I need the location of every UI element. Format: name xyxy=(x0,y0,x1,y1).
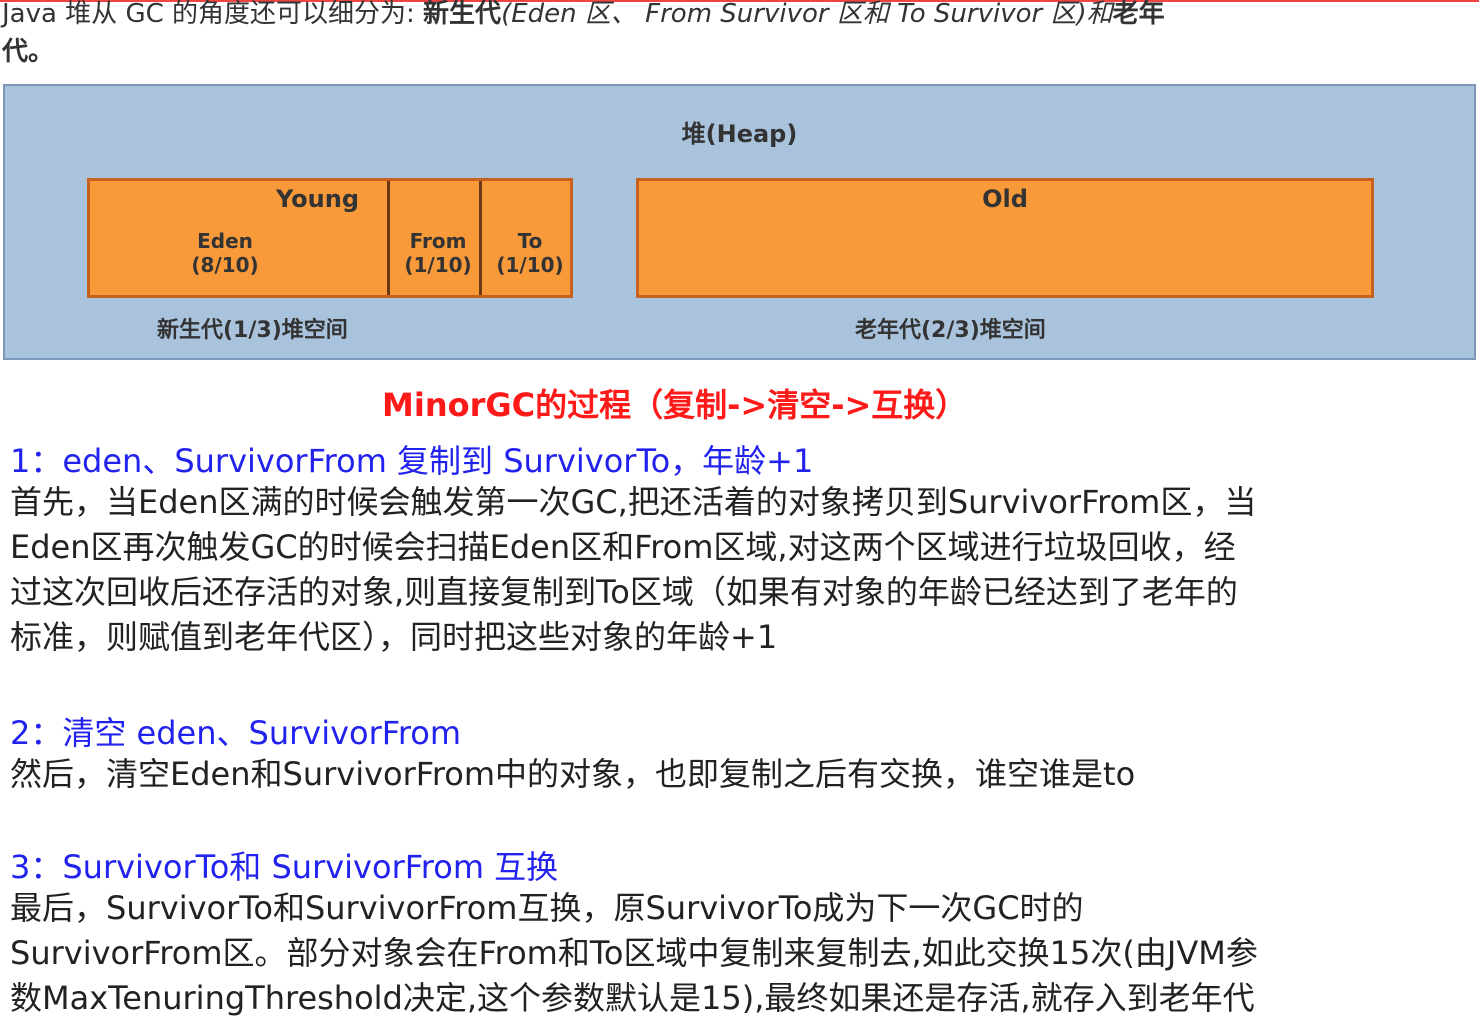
to-region: To (1/10) xyxy=(484,229,576,277)
old-title: Old xyxy=(982,185,1028,213)
intro-young-gen: 新生代 xyxy=(423,0,502,29)
eden-from-divider xyxy=(387,181,390,295)
heap-diagram: 堆(Heap) Young Eden (8/10) From (1/10) To… xyxy=(3,84,1476,360)
eden-label: Eden xyxy=(197,229,253,253)
step-1-line-3: 过这次回收后还存活的对象,则直接复制到To区域（如果有对象的年龄已经达到了老年的 xyxy=(10,573,1238,611)
eden-ratio: (8/10) xyxy=(191,253,259,277)
step-3-line-2: SurvivorFrom区。部分对象会在From和To区域中复制来复制去,如此交… xyxy=(10,934,1258,972)
step-3-body: 最后，SurvivorTo和SurvivorFrom互换，原SurvivorTo… xyxy=(10,886,1258,1021)
intro-old-gen: 老年 xyxy=(1112,0,1165,29)
step-1-line-1: 首先，当Eden区满的时候会触发第一次GC,把还活着的对象拷贝到Survivor… xyxy=(10,483,1257,521)
step-2-heading: 2：清空 eden、SurvivorFrom xyxy=(10,714,462,752)
from-ratio: (1/10) xyxy=(404,253,472,277)
step-1-heading: 1：eden、SurvivorFrom 复制到 SurvivorTo，年龄+1 xyxy=(10,442,814,480)
step-1-line-2: Eden区再次触发GC的时候会扫描Eden区和From区域,对这两个区域进行垃圾… xyxy=(10,528,1236,566)
intro-line-1: Java 堆从 GC 的角度还可以细分为: 新生代(Eden 区、 From S… xyxy=(2,0,1165,32)
intro-prefix: Java 堆从 GC 的角度还可以细分为: xyxy=(2,0,424,29)
to-label: To xyxy=(517,229,543,253)
step-2-body: 然后，清空Eden和SurvivorFrom中的对象，也即复制之后有交换，谁空谁… xyxy=(10,752,1135,797)
young-generation-box: Young Eden (8/10) From (1/10) To (1/10) xyxy=(87,178,573,298)
eden-region: Eden (8/10) xyxy=(160,229,290,277)
to-ratio: (1/10) xyxy=(496,253,564,277)
step-1-body: 首先，当Eden区满的时候会触发第一次GC,把还活着的对象拷贝到Survivor… xyxy=(10,480,1256,660)
old-caption: 老年代(2/3)堆空间 xyxy=(855,318,1046,343)
step-3-heading: 3：SurvivorTo和 SurvivorFrom 互换 xyxy=(10,848,559,886)
intro-regions: (Eden 区、 From Survivor 区和 To Survivor 区)… xyxy=(501,0,1113,29)
step-2-line-1: 然后，清空Eden和SurvivorFrom中的对象，也即复制之后有交换，谁空谁… xyxy=(10,755,1136,793)
from-region: From (1/10) xyxy=(392,229,484,277)
step-1-line-4: 标准，则赋值到老年代区），同时把这些对象的年龄+1 xyxy=(10,618,778,656)
young-caption: 新生代(1/3)堆空间 xyxy=(157,318,348,343)
step-3-line-3: 数MaxTenuringThreshold决定,这个参数默认是15),最终如果还… xyxy=(10,979,1255,1017)
old-generation-box: Old xyxy=(636,178,1374,298)
heap-title: 堆(Heap) xyxy=(681,120,798,148)
young-title: Young xyxy=(276,185,360,213)
minor-gc-title: MinorGC的过程（复制->清空->互换） xyxy=(382,386,968,424)
intro-line-2: 代。 xyxy=(2,37,55,67)
from-label: From xyxy=(409,229,467,253)
step-3-line-1: 最后，SurvivorTo和SurvivorFrom互换，原SurvivorTo… xyxy=(10,889,1084,927)
